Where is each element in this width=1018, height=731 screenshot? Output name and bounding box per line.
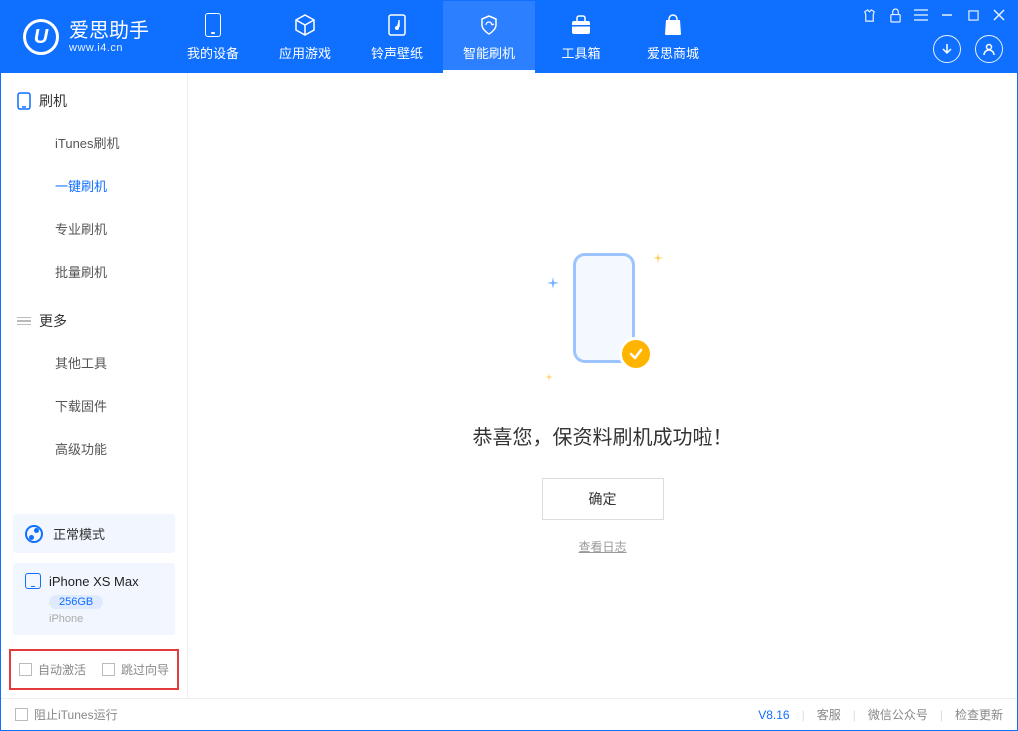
header-actions <box>933 35 1003 63</box>
nav-label: 铃声壁纸 <box>371 43 423 62</box>
app-window: U 爱思助手 www.i4.cn 我的设备 应用游戏 铃声壁纸 智能刷机 <box>0 0 1018 731</box>
window-controls <box>861 7 1007 23</box>
section-title: 更多 <box>39 311 67 331</box>
sidebar-section-more: 更多 <box>1 293 187 341</box>
maximize-button[interactable] <box>965 7 981 23</box>
device-name: iPhone XS Max <box>49 574 139 589</box>
nav-label: 工具箱 <box>561 43 600 62</box>
cube-icon <box>293 13 317 37</box>
status-link-wechat[interactable]: 微信公众号 <box>868 706 928 723</box>
status-link-support[interactable]: 客服 <box>817 706 841 723</box>
nav-store[interactable]: 爱思商城 <box>627 1 719 73</box>
close-button[interactable] <box>991 7 1007 23</box>
sidebar-item-batch-flash[interactable]: 批量刷机 <box>1 250 187 293</box>
sidebar-section-flash: 刷机 <box>1 73 187 121</box>
music-file-icon <box>385 13 409 37</box>
version-label: V8.16 <box>758 708 789 722</box>
sidebar-item-pro-flash[interactable]: 专业刷机 <box>1 207 187 250</box>
nav-my-device[interactable]: 我的设备 <box>167 1 259 73</box>
sparkle-icon <box>547 277 557 287</box>
nav-toolbox[interactable]: 工具箱 <box>535 1 627 73</box>
device-type: iPhone <box>49 613 163 625</box>
section-title: 刷机 <box>39 91 67 111</box>
storage-pill: 256GB <box>49 595 103 609</box>
success-illustration <box>543 253 663 393</box>
titlebar: U 爱思助手 www.i4.cn 我的设备 应用游戏 铃声壁纸 智能刷机 <box>1 1 1017 73</box>
minimize-button[interactable] <box>939 7 955 23</box>
app-url: www.i4.cn <box>69 42 149 54</box>
refresh-shield-icon <box>477 13 501 37</box>
main-content: 恭喜您，保资料刷机成功啦！ 确定 查看日志 <box>188 73 1017 698</box>
statusbar: 阻止iTunes运行 V8.16 | 客服 | 微信公众号 | 检查更新 <box>1 698 1017 730</box>
checkbox-auto-activate[interactable]: 自动激活 <box>19 661 86 678</box>
sidebar-item-download-firmware[interactable]: 下载固件 <box>1 384 187 427</box>
sidebar: 刷机 iTunes刷机 一键刷机 专业刷机 批量刷机 更多 其他工具 下载固件 … <box>1 73 188 698</box>
check-badge-icon <box>619 337 653 371</box>
checkbox-icon <box>15 708 28 721</box>
sidebar-item-itunes-flash[interactable]: iTunes刷机 <box>1 121 187 164</box>
device-box[interactable]: iPhone XS Max 256GB iPhone <box>13 563 175 635</box>
checkbox-skip-guide[interactable]: 跳过向导 <box>102 661 169 678</box>
nav-ringtones[interactable]: 铃声壁纸 <box>351 1 443 73</box>
nav-label: 应用游戏 <box>279 43 331 62</box>
phone-icon <box>201 13 225 37</box>
success-message: 恭喜您，保资料刷机成功啦！ <box>473 421 733 450</box>
app-name: 爱思助手 <box>69 20 149 42</box>
ok-button[interactable]: 确定 <box>542 478 664 520</box>
list-icon <box>17 317 31 326</box>
phone-outline-icon <box>17 92 31 110</box>
status-link-update[interactable]: 检查更新 <box>955 706 1003 723</box>
options-highlight: 自动激活 跳过向导 <box>9 649 179 690</box>
logo: U 爱思助手 www.i4.cn <box>1 1 167 73</box>
body: 刷机 iTunes刷机 一键刷机 专业刷机 批量刷机 更多 其他工具 下载固件 … <box>1 73 1017 698</box>
sidebar-item-other-tools[interactable]: 其他工具 <box>1 341 187 384</box>
view-log-link[interactable]: 查看日志 <box>578 538 626 555</box>
checkbox-icon <box>19 663 32 676</box>
download-button[interactable] <box>933 35 961 63</box>
mode-box[interactable]: 正常模式 <box>13 514 175 553</box>
nav-label: 我的设备 <box>187 43 239 62</box>
bag-icon <box>661 13 685 37</box>
toolbox-icon <box>569 13 593 37</box>
logo-icon: U <box>23 19 59 55</box>
main-nav: 我的设备 应用游戏 铃声壁纸 智能刷机 工具箱 爱思商城 <box>167 1 719 73</box>
tshirt-icon[interactable] <box>861 7 877 23</box>
menu-icon[interactable] <box>913 7 929 23</box>
sparkle-icon <box>545 373 555 383</box>
sidebar-item-oneclick-flash[interactable]: 一键刷机 <box>1 164 187 207</box>
mode-label: 正常模式 <box>53 524 105 543</box>
mode-icon <box>25 525 43 543</box>
checkbox-icon <box>102 663 115 676</box>
nav-apps-games[interactable]: 应用游戏 <box>259 1 351 73</box>
user-button[interactable] <box>975 35 1003 63</box>
sparkle-icon <box>653 253 663 263</box>
sidebar-item-advanced[interactable]: 高级功能 <box>1 427 187 470</box>
nav-label: 智能刷机 <box>463 43 515 62</box>
nav-smart-flash[interactable]: 智能刷机 <box>443 1 535 73</box>
device-icon <box>25 573 41 589</box>
checkbox-block-itunes[interactable]: 阻止iTunes运行 <box>15 706 118 723</box>
nav-label: 爱思商城 <box>647 43 699 62</box>
lock-icon[interactable] <box>887 7 903 23</box>
